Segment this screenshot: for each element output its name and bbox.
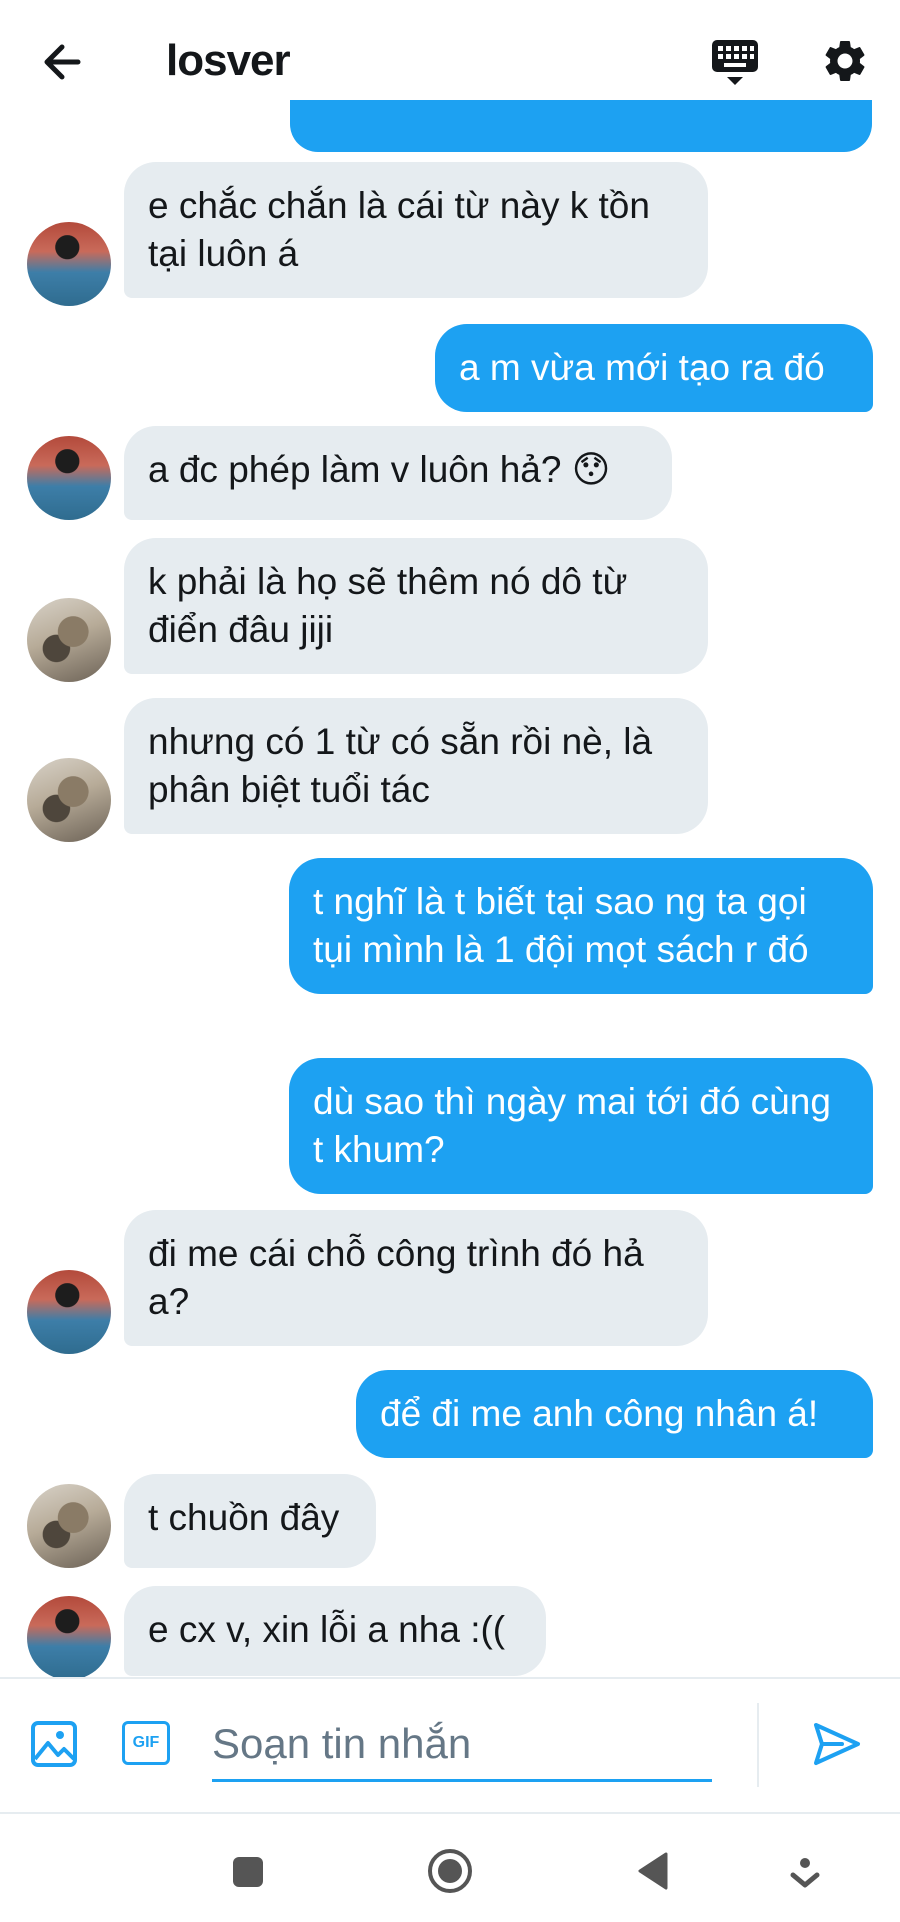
avatar[interactable]: [27, 758, 111, 842]
back-triangle-icon: [638, 1852, 668, 1890]
system-back-button[interactable]: [628, 1846, 678, 1896]
settings-button[interactable]: [820, 36, 870, 86]
image-icon: [31, 1721, 77, 1767]
avatar[interactable]: [27, 436, 111, 520]
incoming-message[interactable]: a đc phép làm v luôn hả? 😯: [124, 426, 672, 520]
send-button[interactable]: [812, 1719, 862, 1769]
incoming-message[interactable]: đi me cái chỗ công trình đó hả a?: [124, 1210, 708, 1346]
assistant-icon: [790, 1858, 820, 1888]
avatar[interactable]: [27, 598, 111, 682]
send-icon: [814, 1723, 860, 1765]
divider: [757, 1703, 759, 1787]
add-gif-button[interactable]: GIF: [122, 1721, 170, 1765]
outgoing-message[interactable]: t nghĩ là t biết tại sao ng ta gọi tụi m…: [289, 858, 873, 994]
arrow-left-icon: [44, 44, 81, 80]
incoming-message[interactable]: e cx v, xin lỗi a nha :((: [124, 1586, 546, 1676]
add-image-button[interactable]: [30, 1719, 78, 1769]
avatar[interactable]: [27, 1596, 111, 1680]
recent-apps-icon: [233, 1857, 263, 1887]
avatar[interactable]: [27, 1484, 111, 1568]
keyboard-icon: [712, 40, 758, 85]
gear-icon: [825, 40, 865, 81]
avatar[interactable]: [27, 1270, 111, 1354]
assistant-button[interactable]: [780, 1846, 830, 1896]
message-input[interactable]: [212, 1709, 712, 1782]
recent-apps-button[interactable]: [222, 1846, 272, 1896]
incoming-message[interactable]: e chắc chắn là cái từ này k tồn tại luôn…: [124, 162, 708, 298]
incoming-message[interactable]: t chuồn đây: [124, 1474, 376, 1568]
home-button[interactable]: [425, 1846, 475, 1896]
conversation-title[interactable]: losver: [166, 36, 291, 86]
keyboard-shortcuts-button[interactable]: [710, 38, 760, 90]
message-composer: GIF: [0, 1677, 900, 1815]
outgoing-message[interactable]: a m vừa mới tạo ra đó: [435, 324, 873, 412]
outgoing-message[interactable]: dù sao thì ngày mai tới đó cùng t khum?: [289, 1058, 873, 1194]
avatar[interactable]: [27, 222, 111, 306]
back-button[interactable]: [38, 36, 90, 88]
incoming-message[interactable]: k phải là họ sẽ thêm nó dô từ điển đâu j…: [124, 538, 708, 674]
message-bubble-partial: [290, 100, 872, 152]
home-icon: [428, 1849, 472, 1893]
incoming-message[interactable]: nhưng có 1 từ có sẵn rồi nè, là phân biệ…: [124, 698, 708, 834]
system-navigation-bar: [0, 1812, 900, 1922]
outgoing-message[interactable]: để đi me anh công nhân á!: [356, 1370, 873, 1458]
